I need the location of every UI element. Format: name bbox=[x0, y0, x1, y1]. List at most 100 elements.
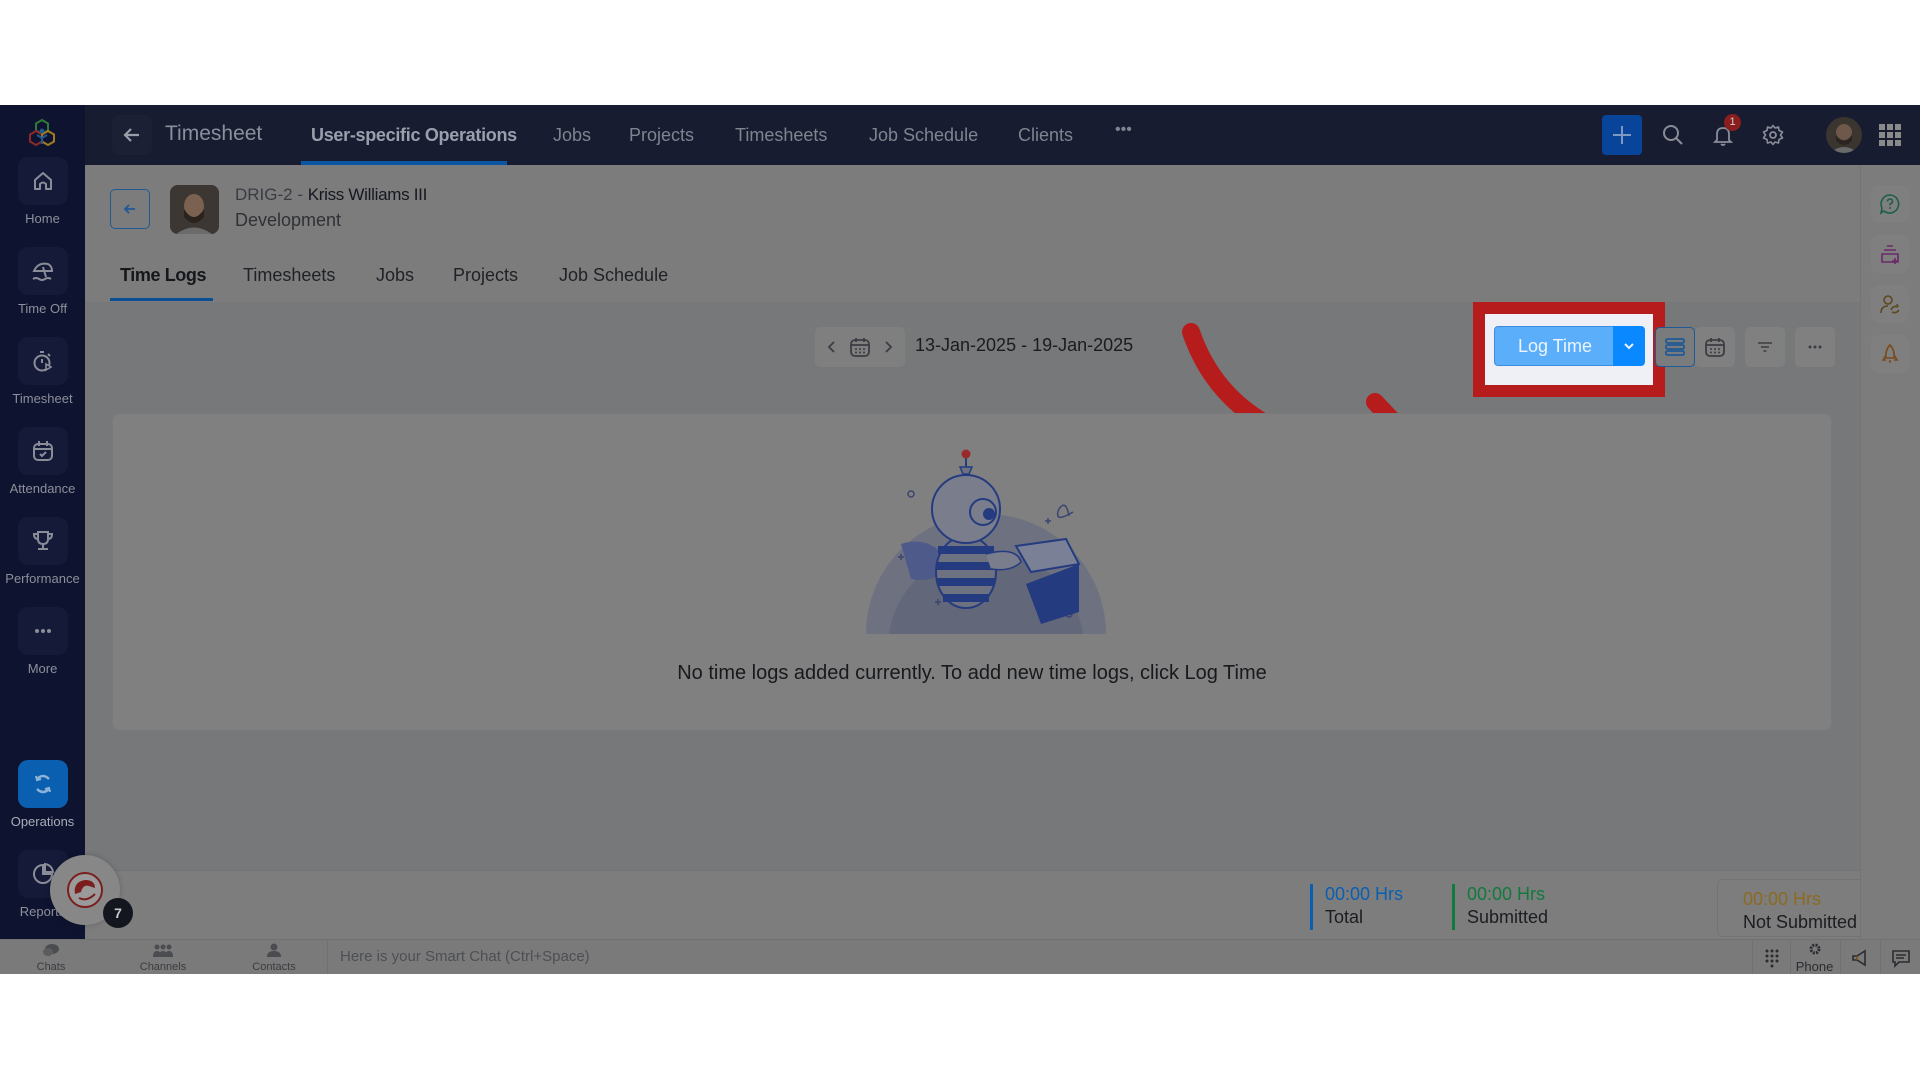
chevron-left-icon bbox=[827, 341, 835, 353]
filter-button[interactable] bbox=[1745, 327, 1785, 367]
avatar-photo-icon bbox=[1830, 124, 1858, 153]
gear-icon bbox=[1809, 943, 1820, 955]
smart-chat-input[interactable]: Here is your Smart Chat (Ctrl+Space) bbox=[327, 940, 1747, 974]
grid-icon bbox=[1879, 124, 1901, 146]
app-grid-button[interactable] bbox=[1874, 119, 1906, 151]
log-time-dropdown-button[interactable] bbox=[1613, 326, 1645, 366]
arrow-left-icon bbox=[123, 204, 135, 214]
list-view-icon bbox=[1665, 338, 1685, 356]
top-bar: Timesheet User-specific Operations Jobs … bbox=[85, 105, 1920, 165]
previous-week-button[interactable] bbox=[825, 337, 839, 362]
chat-bar: Chats Channels Contacts Here is your Sma… bbox=[0, 939, 1920, 974]
top-tab-clients[interactable]: Clients bbox=[1018, 125, 1073, 146]
sidebar-item-performance[interactable]: Performance bbox=[0, 517, 85, 586]
submitted-hours-label: Submitted bbox=[1467, 907, 1549, 927]
employee-avatar-icon bbox=[170, 185, 219, 234]
sidebar-item-attendance[interactable]: Attendance bbox=[0, 427, 85, 496]
stopwatch-icon bbox=[33, 351, 53, 372]
log-time-button[interactable]: Log Time bbox=[1494, 326, 1616, 366]
employee-back-button[interactable] bbox=[110, 189, 150, 229]
active-tab-underline bbox=[301, 161, 507, 165]
top-tab-jobs[interactable]: Jobs bbox=[553, 125, 591, 146]
tab-projects[interactable]: Projects bbox=[453, 265, 518, 286]
calendar-view-button[interactable] bbox=[1695, 327, 1735, 367]
umbrella-icon bbox=[31, 262, 53, 281]
more-options-button[interactable] bbox=[1795, 327, 1835, 367]
employee-title: DRIG-2 - Kriss Williams III bbox=[235, 185, 427, 205]
bot-logo-icon bbox=[67, 872, 103, 908]
user-refresh-icon bbox=[1880, 295, 1900, 314]
dialpad-button[interactable] bbox=[1752, 940, 1790, 974]
next-week-button[interactable] bbox=[881, 337, 895, 362]
sidebar-label: Timesheet bbox=[12, 391, 73, 406]
calendar-icon bbox=[1705, 338, 1725, 357]
sidebar-label: Time Off bbox=[17, 301, 68, 316]
more-icon bbox=[1808, 345, 1822, 349]
sidebar-item-more[interactable]: More bbox=[0, 607, 85, 676]
filter-icon bbox=[1758, 342, 1772, 352]
help-button[interactable] bbox=[1871, 185, 1909, 223]
sidebar-item-home[interactable]: Home bbox=[0, 157, 85, 226]
tab-job-schedule[interactable]: Job Schedule bbox=[559, 265, 668, 286]
plus-icon bbox=[1613, 126, 1631, 144]
calendar-picker-button[interactable] bbox=[849, 336, 871, 363]
top-tab-job-schedule[interactable]: Job Schedule bbox=[869, 125, 978, 146]
back-button[interactable] bbox=[112, 115, 152, 155]
top-tab-user-specific-operations[interactable]: User-specific Operations bbox=[311, 125, 517, 146]
user-sync-button[interactable] bbox=[1871, 285, 1909, 323]
calendar-check-icon bbox=[32, 441, 53, 461]
chats-tab[interactable]: Chats bbox=[11, 943, 91, 973]
bot-notification-badge: 7 bbox=[103, 898, 133, 928]
channels-tab[interactable]: Channels bbox=[123, 943, 203, 973]
submitted-hours-value: 00:00 Hrs bbox=[1467, 884, 1546, 904]
channels-label: Channels bbox=[139, 961, 187, 973]
settings-button[interactable] bbox=[1757, 119, 1789, 151]
empty-state-message: No time logs added currently. To add new… bbox=[677, 662, 1267, 684]
sidebar-label: Performance bbox=[5, 571, 80, 586]
chevron-down-icon bbox=[1624, 343, 1634, 350]
arrow-left-icon bbox=[123, 128, 139, 142]
notifications-button[interactable]: 1 bbox=[1707, 114, 1741, 151]
not-submitted-value: 00:00 Hrs bbox=[1743, 889, 1822, 909]
contacts-tab[interactable]: Contacts bbox=[234, 943, 314, 973]
sidebar-label: Attendance bbox=[9, 481, 76, 496]
home-icon bbox=[33, 172, 52, 190]
sidebar-item-time-off[interactable]: Time Off bbox=[0, 247, 85, 316]
add-button[interactable] bbox=[1602, 115, 1642, 155]
gear-icon bbox=[1762, 124, 1784, 146]
date-range-label: 13-Jan-2025 - 19-Jan-2025 bbox=[915, 335, 1134, 355]
megaphone-icon bbox=[1851, 949, 1866, 966]
top-tab-timesheets[interactable]: Timesheets bbox=[735, 125, 827, 146]
employee-department: Development bbox=[235, 210, 342, 230]
launch-button[interactable] bbox=[1871, 335, 1909, 373]
employee-photo bbox=[170, 185, 219, 234]
channels-icon bbox=[153, 944, 173, 957]
tab-timesheets[interactable]: Timesheets bbox=[243, 265, 335, 286]
app-title: Timesheet bbox=[165, 122, 263, 145]
list-view-button[interactable] bbox=[1655, 327, 1695, 367]
tab-time-logs[interactable]: Time Logs bbox=[120, 265, 206, 286]
top-tab-projects[interactable]: Projects bbox=[629, 125, 694, 146]
top-tab-more[interactable]: ••• bbox=[1115, 121, 1132, 139]
employee-name: Kriss Williams III bbox=[307, 185, 428, 204]
sidebar-item-operations[interactable]: Operations bbox=[0, 760, 85, 829]
user-avatar[interactable] bbox=[1826, 117, 1862, 153]
chats-label: Chats bbox=[36, 961, 66, 973]
message-icon bbox=[1891, 949, 1910, 968]
sidebar-item-timesheet[interactable]: Timesheet bbox=[0, 337, 85, 406]
sidebar-label: Operations bbox=[10, 814, 75, 829]
search-icon bbox=[1663, 125, 1683, 145]
summary-bar: 00:00 Hrs Total 00:00 Hrs Submitted 00:0… bbox=[85, 870, 1920, 939]
search-button[interactable] bbox=[1657, 119, 1689, 151]
sidebar-label: More bbox=[27, 661, 58, 676]
calendar-icon bbox=[850, 338, 870, 357]
empty-robot-illustration-icon bbox=[866, 449, 1106, 634]
tab-jobs[interactable]: Jobs bbox=[376, 265, 414, 286]
announcements-button[interactable] bbox=[1840, 940, 1878, 974]
left-sidebar: Home Time Off Timesheet Attendance Perfo… bbox=[0, 105, 85, 939]
add-to-tray-button[interactable] bbox=[1871, 235, 1909, 273]
trophy-icon bbox=[32, 531, 53, 550]
notification-badge: 1 bbox=[1724, 114, 1741, 131]
phone-settings-button[interactable]: Phone bbox=[1790, 940, 1838, 974]
messages-button[interactable] bbox=[1880, 940, 1920, 974]
